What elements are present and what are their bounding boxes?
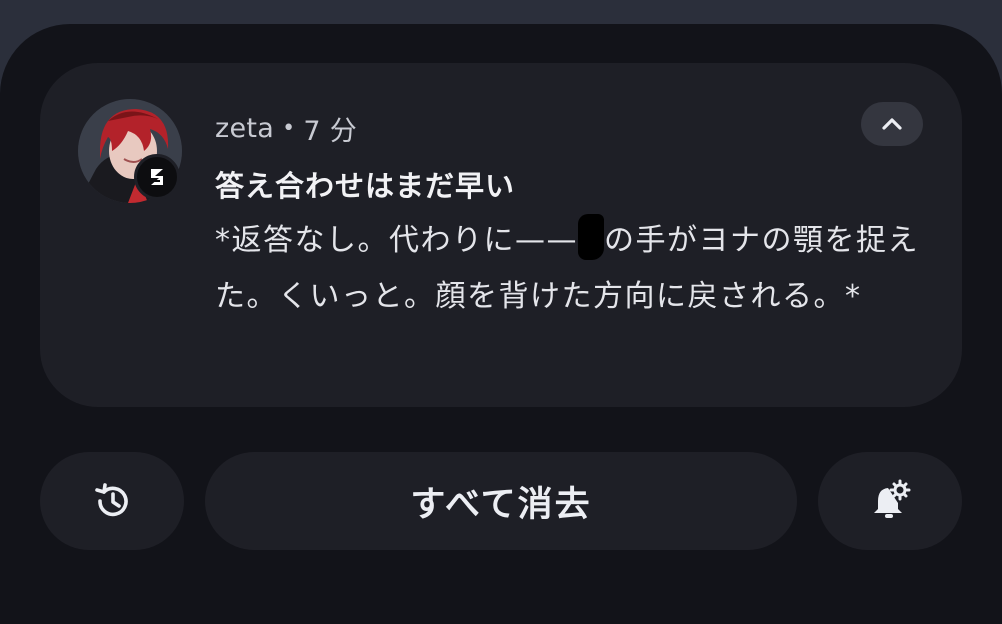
notification-settings-button[interactable] xyxy=(818,452,962,550)
redaction-mark xyxy=(578,214,604,260)
clear-all-label: すべて消去 xyxy=(410,484,592,525)
history-icon xyxy=(95,483,128,517)
notification-meta: zeta • 7 分 xyxy=(215,109,357,148)
zeta-app-icon xyxy=(134,154,180,200)
chevron-up-icon xyxy=(882,118,902,130)
notification-title: 答え合わせはまだ早い xyxy=(215,169,516,203)
notification-card[interactable]: zeta • 7 分 答え合わせはまだ早い *返答なし。代わりに—— の手がヨナの… xyxy=(40,63,962,407)
notification-body: *返答なし。代わりに—— の手がヨナの顎を捉えた。くいっと。顔を背けた方向に戻され… xyxy=(215,213,925,325)
notification-body-text-1: *返答なし。代わりに—— xyxy=(215,223,578,258)
app-name: zeta xyxy=(215,113,275,144)
notification-settings-icon xyxy=(874,479,911,518)
history-button[interactable] xyxy=(40,452,184,550)
clear-all-button[interactable]: すべて消去 xyxy=(205,452,797,550)
notification-time: 7 分 xyxy=(303,116,358,147)
meta-separator: • xyxy=(282,116,296,141)
collapse-button[interactable] xyxy=(861,102,923,146)
